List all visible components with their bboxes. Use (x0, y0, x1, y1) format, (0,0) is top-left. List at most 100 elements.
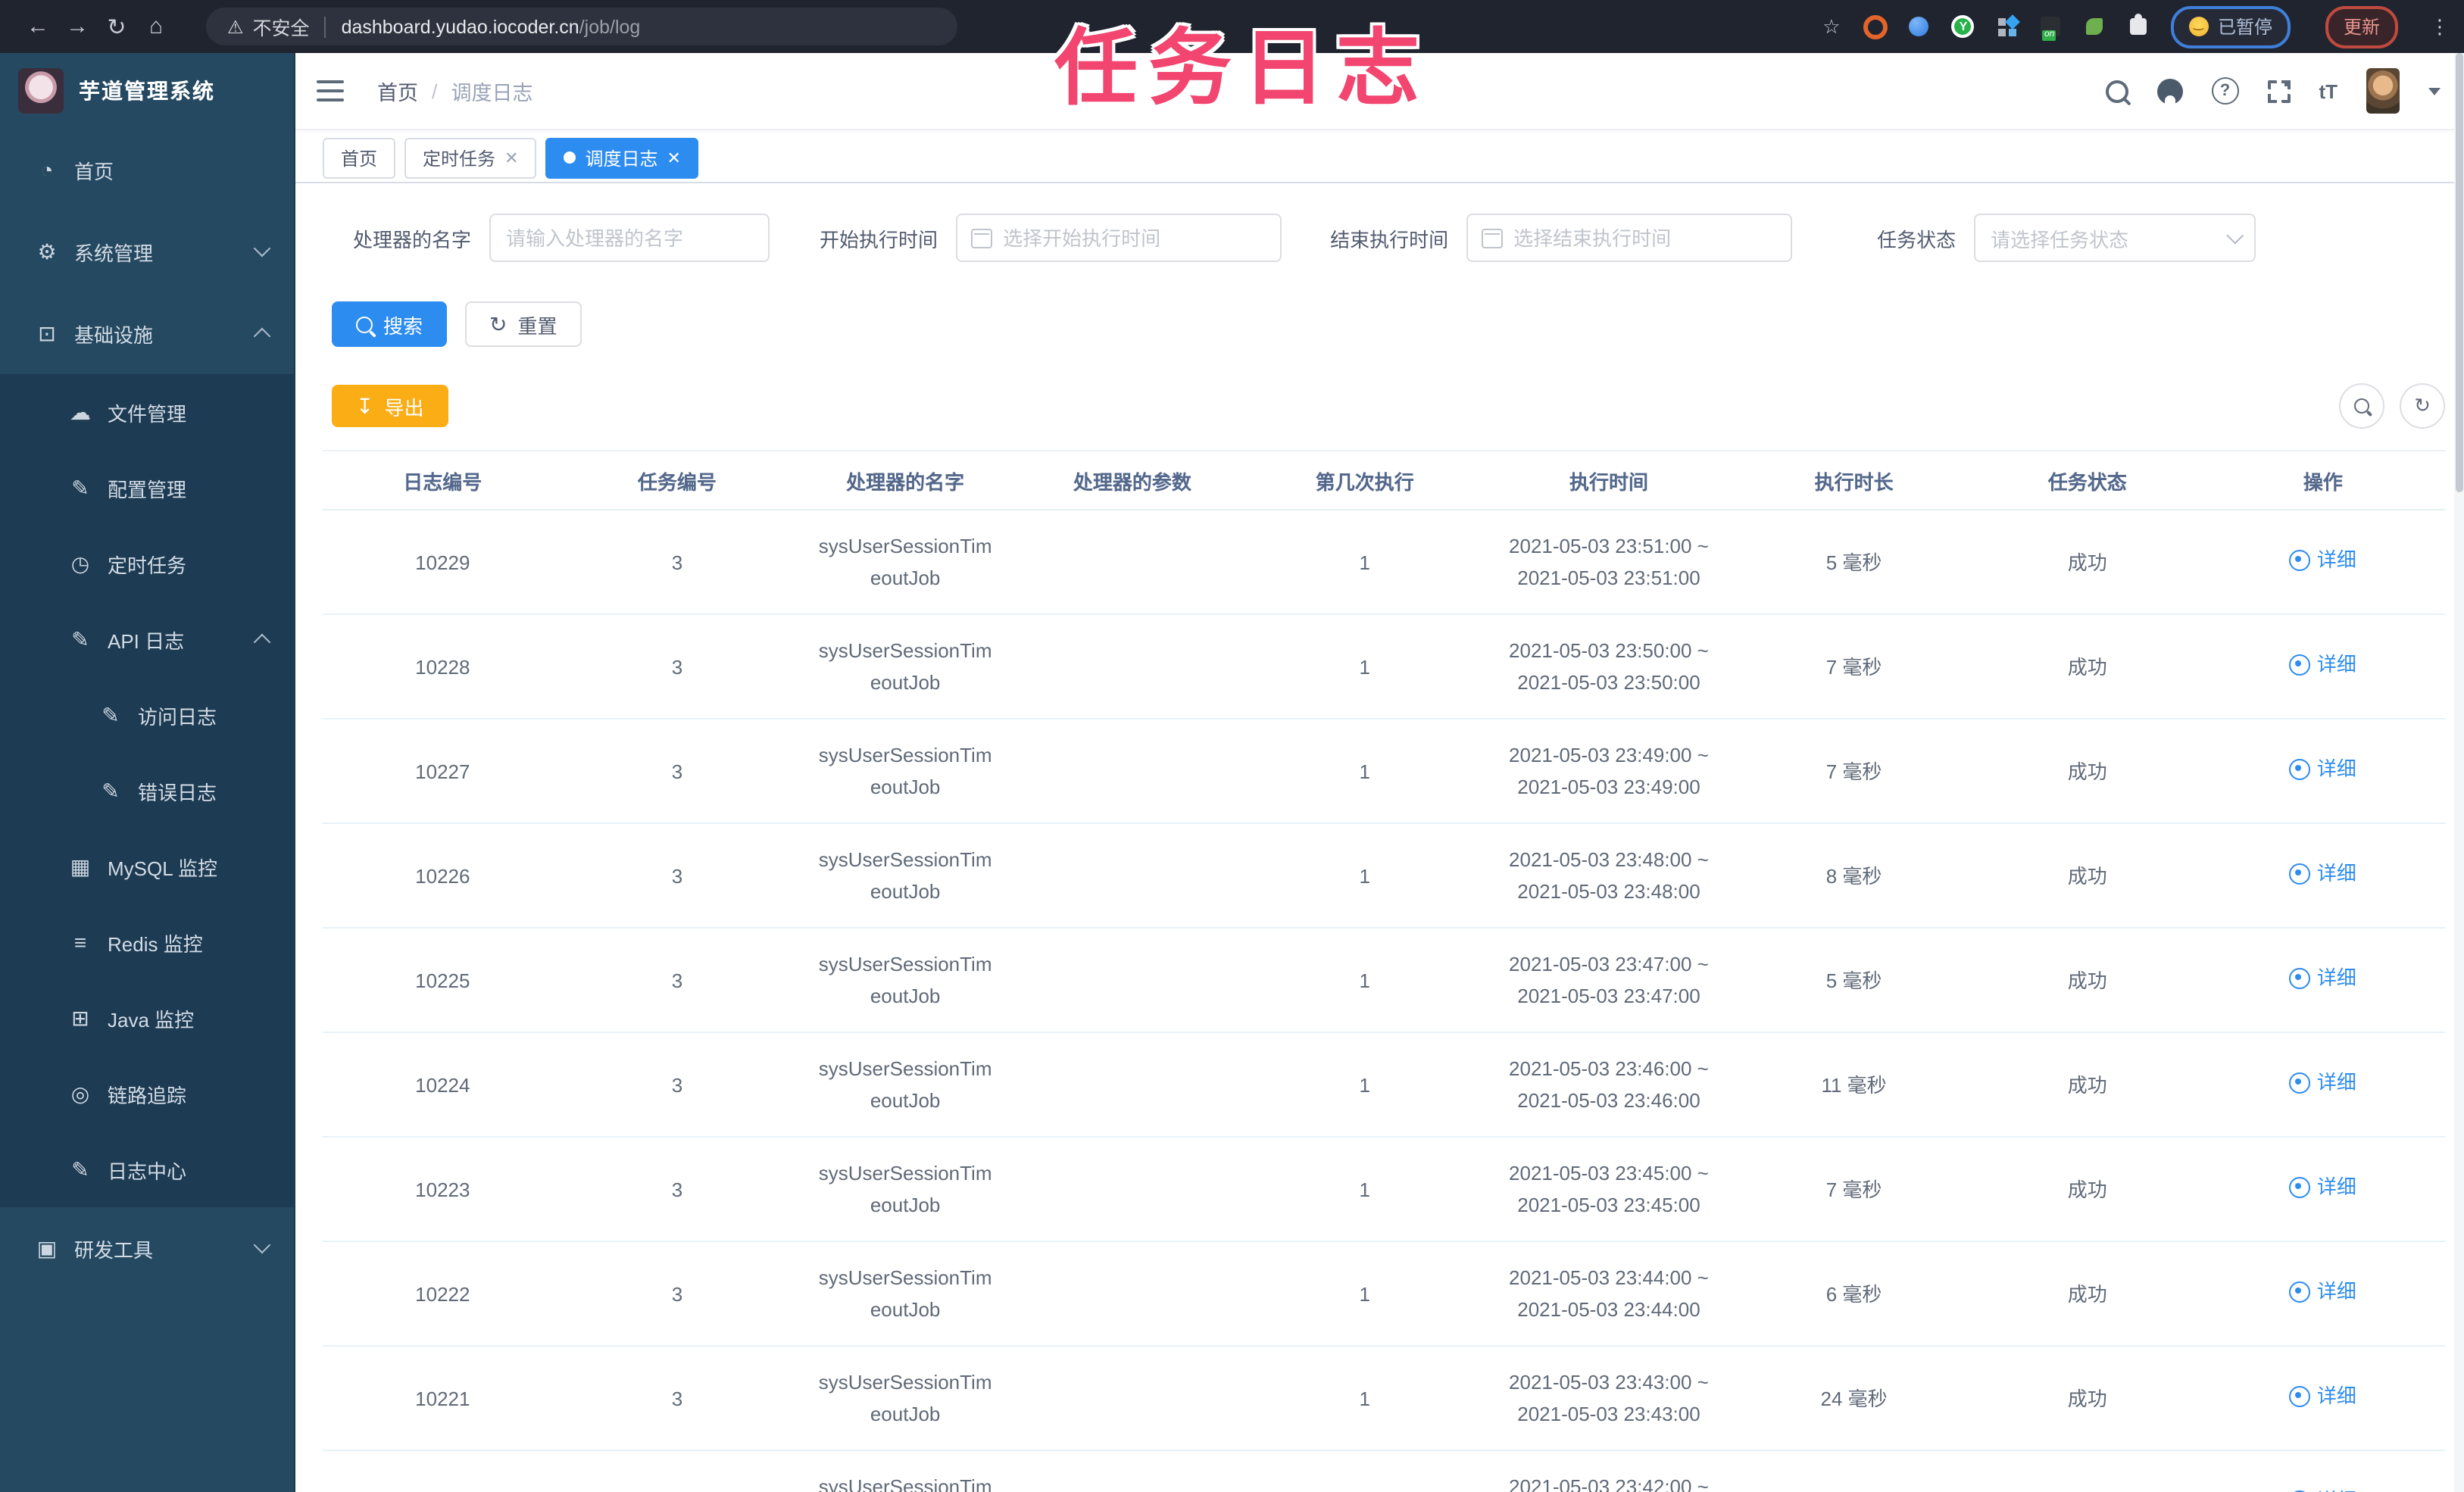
eye-icon (2289, 758, 2311, 780)
sidebar-header[interactable]: 芋道管理系统 (0, 53, 295, 129)
sidebar-item[interactable]: ☁ 文件管理 (0, 374, 295, 450)
close-icon[interactable]: ✕ (667, 148, 681, 167)
back-icon[interactable]: ← (18, 14, 58, 39)
forward-icon[interactable]: → (58, 14, 97, 39)
cell-log-id: 10225 (323, 928, 563, 1033)
table-row: 10227 3 sysUserSessionTim eoutJob 1 2021-05-0… (323, 719, 2445, 824)
close-icon[interactable]: ✕ (504, 148, 518, 167)
begin-time-input[interactable] (956, 214, 1282, 262)
search-icon (2354, 398, 2369, 414)
extensions-puzzle-icon[interactable] (2127, 14, 2151, 39)
java-monitor-icon: ⊞ (71, 1005, 89, 1029)
github-icon[interactable] (2156, 78, 2183, 104)
scrollbar-thumb[interactable] (2456, 53, 2463, 492)
sidebar-item[interactable]: ▣ 研发工具 (0, 1207, 295, 1289)
sidebar-item[interactable]: ✎ 配置管理 (0, 450, 295, 526)
active-dot-icon (564, 151, 576, 164)
font-size-icon[interactable]: tT (2319, 80, 2338, 102)
sidebar-item[interactable]: ◷ 定时任务 (0, 526, 295, 601)
cell-log-id: 10221 (323, 1346, 563, 1451)
detail-link[interactable]: 详细 (2289, 1172, 2356, 1203)
log-edit-icon: ✎ (71, 626, 89, 651)
detail-link[interactable]: 详细 (2289, 963, 2356, 994)
detail-link[interactable]: 详细 (2289, 858, 2356, 890)
dashboard-icon: ◔ (40, 158, 54, 182)
blue-drop-icon[interactable] (1907, 14, 1932, 39)
detail-link[interactable]: 详细 (2289, 754, 2356, 785)
cell-log-id: 10228 (323, 614, 563, 719)
end-time-field[interactable] (1466, 214, 1793, 262)
caret-down-icon[interactable] (2428, 87, 2441, 95)
sidebar-item[interactable]: ✎ 错误日志 (0, 753, 295, 829)
search-icon[interactable] (2105, 80, 2128, 102)
bookmark-star-icon[interactable]: ☆ (1819, 14, 1844, 39)
reload-icon[interactable]: ↻ (97, 13, 136, 40)
sidebar-item[interactable]: ◎ 链路追踪 (0, 1056, 295, 1131)
address-bar[interactable]: ⚠ 不安全 dashboard.yudao.iocoder.cn /job/lo… (206, 8, 957, 45)
detail-link[interactable]: 详细 (2289, 1381, 2356, 1412)
green-plugin-icon[interactable] (2083, 14, 2107, 39)
tab-scheduled-jobs[interactable]: 定时任务 ✕ (404, 137, 537, 178)
update-button[interactable]: 更新 (2325, 5, 2398, 48)
tab-job-log[interactable]: 调度日志 ✕ (545, 137, 699, 178)
sidebar-item[interactable]: ≡ Redis 监控 (0, 904, 295, 980)
sidebar-item-label: 研发工具 (74, 1238, 154, 1261)
export-button[interactable]: ↧ 导出 (332, 385, 448, 427)
detail-link[interactable]: 详细 (2289, 649, 2356, 681)
paused-badge[interactable]: 已暂停 (2170, 5, 2291, 48)
sidebar-item[interactable]: ⊞ Java 监控 (0, 980, 295, 1056)
toggle-search-button[interactable] (2339, 383, 2384, 429)
cell-handler-name: sysUserSessionTimeoutJob (792, 1032, 1020, 1138)
sidebar-item[interactable]: ✎ 日志中心 (0, 1131, 295, 1207)
column-header: 第几次执行 (1245, 450, 1484, 510)
begin-time-field[interactable] (956, 214, 1282, 262)
detail-link[interactable]: 详细 (2289, 1276, 2356, 1308)
reset-button[interactable]: ↻ 重置 (465, 301, 582, 347)
column-header: 任务状态 (1973, 450, 2201, 510)
switch-on-icon[interactable] (2039, 14, 2063, 41)
avatar[interactable] (2366, 68, 2400, 114)
table-row: 10229 3 sysUserSessionTim eoutJob 1 2021-05-0… (323, 510, 2445, 615)
sidebar-item[interactable]: ◔ 首页 (0, 129, 295, 211)
cell-actions: 详细 (2200, 719, 2445, 824)
search-button[interactable]: 搜索 (332, 301, 448, 347)
sidebar-item[interactable]: ✎ 访问日志 (0, 677, 295, 753)
job-status-select[interactable]: 请选择任务状态 (1974, 214, 2256, 262)
sidebar-item[interactable]: ✎ API 日志 (0, 601, 295, 677)
sidebar-item-label: 错误日志 (138, 781, 217, 804)
cell-execute-time: 2021-05-03 23:51:00 ~2021-05-03 23:51:00 (1483, 510, 1735, 615)
adblock-orange-icon[interactable] (1863, 14, 1888, 39)
refresh-icon: ↻ (2414, 394, 2431, 417)
sidebar-collapse-icon[interactable] (317, 80, 344, 101)
green-y-icon[interactable]: Y (1951, 14, 1975, 39)
page-scrollbar[interactable] (2454, 53, 2464, 1492)
tab-home[interactable]: 首页 (323, 137, 396, 178)
handler-name-input[interactable] (489, 214, 770, 262)
table-row: 102203sysUserSessionTimeoutJob 12021-05-0… (323, 1450, 2445, 1492)
table-row: 10224 3 sysUserSessionTim eoutJob 1 2021-05-0… (323, 1032, 2445, 1138)
detail-link[interactable]: 详细 (2289, 1067, 2356, 1099)
home-icon[interactable]: ⌂ (136, 14, 176, 39)
cell-duration: 8 毫秒 (1734, 823, 1974, 929)
breadcrumb-home[interactable]: 首页 (377, 76, 418, 106)
tab-grid-icon[interactable] (1995, 14, 2019, 39)
end-time-input[interactable] (1466, 214, 1793, 262)
monitor-icon: ⊡ (38, 320, 56, 345)
breadcrumb-current: 调度日志 (451, 82, 533, 105)
sidebar-item[interactable]: ⚙ 系统管理 (0, 211, 295, 292)
eye-icon (2289, 1281, 2311, 1303)
table-row: 10225 3 sysUserSessionTim eoutJob 1 2021-05-0… (323, 928, 2445, 1033)
log-edit-icon: ✎ (101, 702, 120, 726)
refresh-table-button[interactable]: ↻ (2400, 383, 2445, 429)
cell-log-id: 10224 (323, 1032, 563, 1138)
detail-link[interactable]: 详细 (2289, 1485, 2356, 1492)
eye-icon (2289, 967, 2311, 989)
sidebar-item[interactable]: ⊡ 基础设施 (0, 292, 295, 374)
cell-execute-index: 1 (1245, 614, 1484, 719)
fullscreen-icon[interactable] (2267, 80, 2291, 102)
detail-link[interactable]: 详细 (2289, 545, 2356, 576)
sidebar-item[interactable]: ▦ MySQL 监控 (0, 829, 295, 904)
help-icon[interactable]: ? (2211, 77, 2239, 105)
end-time-label: 结束执行时间 (1330, 228, 1449, 251)
browser-menu-icon[interactable]: ⋮ (2430, 14, 2450, 39)
